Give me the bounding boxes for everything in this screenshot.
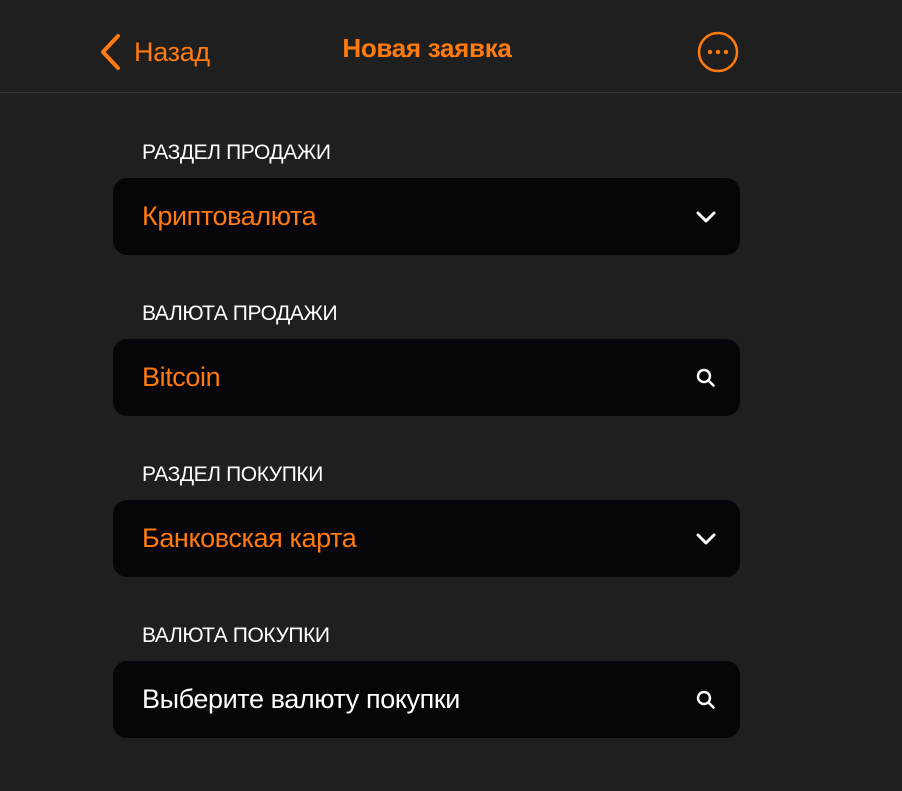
new-request-screen: Назад Новая заявка РАЗДЕЛ ПРОДАЖИ Крипто… (0, 0, 902, 791)
search-icon (694, 366, 718, 390)
buy-section-value: Банковская карта (142, 523, 357, 553)
sell-section-value: Криптовалюта (142, 201, 317, 231)
sell-currency-value: Bitcoin (142, 362, 221, 392)
more-button[interactable] (697, 31, 739, 73)
header-bar: Назад Новая заявка (0, 0, 902, 93)
sell-currency-search[interactable]: Bitcoin (113, 339, 740, 416)
buy-currency-search[interactable]: Выберите валюту покупки (113, 661, 740, 738)
sell-section-select[interactable]: Криптовалюта (113, 178, 740, 255)
buy-section-select[interactable]: Банковская карта (113, 500, 740, 577)
buy-section-label: РАЗДЕЛ ПОКУПКИ (142, 463, 323, 486)
sell-section-label: РАЗДЕЛ ПРОДАЖИ (142, 141, 331, 164)
more-horizontal-circle-icon (697, 31, 739, 73)
sell-currency-label: ВАЛЮТА ПРОДАЖИ (142, 302, 338, 325)
chevron-down-icon (694, 205, 718, 229)
buy-currency-placeholder: Выберите валюту покупки (142, 684, 460, 714)
buy-currency-label: ВАЛЮТА ПОКУПКИ (142, 624, 330, 647)
search-icon (694, 688, 718, 712)
chevron-down-icon (694, 527, 718, 551)
